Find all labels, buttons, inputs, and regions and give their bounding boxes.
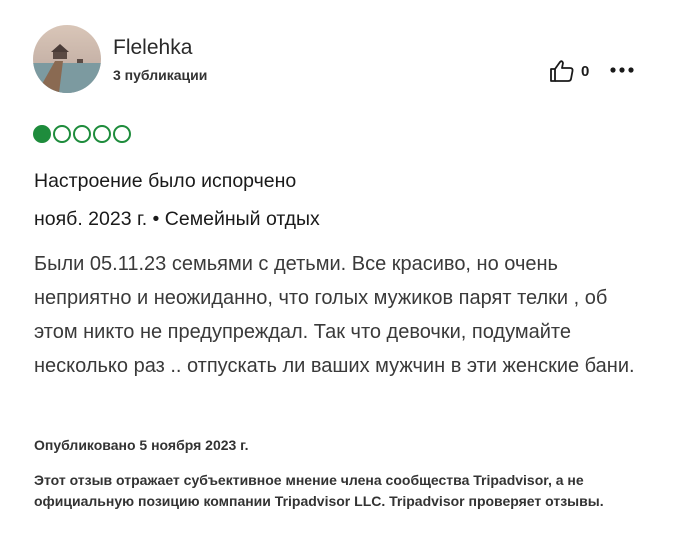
ellipsis-icon (610, 67, 634, 73)
rating-bubble (93, 125, 111, 143)
review-title[interactable]: Настроение было испорчено (34, 170, 296, 193)
review-meta: нояб. 2023 г. • Семейный отдых (34, 208, 320, 230)
rating-bubble (33, 125, 51, 143)
rating-bubble (113, 125, 131, 143)
rating-bubbles (33, 125, 131, 143)
rating-bubble (53, 125, 71, 143)
contribution-count: 3 публикации (113, 67, 208, 83)
more-options-button[interactable] (610, 61, 636, 79)
rating-bubble (73, 125, 91, 143)
helpful-count: 0 (581, 62, 590, 80)
avatar-image (33, 25, 101, 93)
reviewer-name[interactable]: Flelehka (113, 36, 192, 60)
published-date: Опубликовано 5 ноября 2023 г. (34, 437, 249, 453)
avatar[interactable] (33, 25, 101, 93)
helpful-vote-button[interactable]: 0 (549, 59, 589, 83)
review-text: Были 05.11.23 семьями с детьми. Все крас… (34, 253, 635, 377)
disclaimer-text: Этот отзыв отражает субъективное мнение … (34, 472, 604, 509)
thumbs-up-icon (550, 60, 574, 82)
